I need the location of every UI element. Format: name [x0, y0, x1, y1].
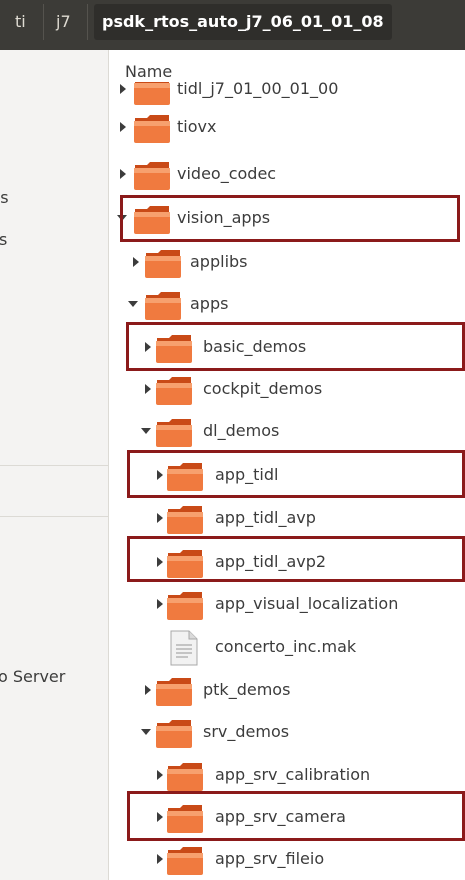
item-name: dl_demos [203, 421, 280, 440]
item-name: tidl_j7_01_00_01_00 [177, 82, 339, 98]
expander-arrow-icon[interactable] [157, 770, 163, 780]
folder-icon [134, 162, 170, 190]
item-name: srv_demos [203, 722, 290, 741]
folder-icon [156, 678, 192, 706]
list-item[interactable]: tidl_j7_01_00_01_00 [109, 82, 465, 110]
breadcrumb-separator [87, 4, 88, 40]
folder-icon [167, 763, 203, 791]
expander-arrow-icon[interactable] [145, 685, 151, 695]
folder-open-icon [145, 292, 181, 320]
column-header-label: Name [125, 62, 173, 81]
folder-icon [134, 82, 170, 105]
places-sidebar: ts s o Server [0, 50, 109, 880]
folder-icon [134, 115, 170, 143]
sidebar-item-fragment[interactable]: ts [0, 188, 9, 207]
expander-arrow-icon[interactable] [141, 729, 151, 735]
sidebar-item-fragment[interactable]: s [0, 230, 7, 249]
highlight-box-vision-apps [120, 195, 460, 242]
list-item[interactable]: srv_demos [109, 713, 465, 753]
expander-arrow-icon[interactable] [145, 384, 151, 394]
expander-arrow-icon[interactable] [133, 257, 139, 267]
item-name: app_visual_localization [215, 594, 399, 613]
item-name: apps [190, 294, 229, 313]
list-item[interactable]: dl_demos [109, 412, 465, 452]
sidebar-divider [0, 465, 108, 466]
highlight-box-app-srv-camera [127, 791, 465, 841]
expander-arrow-icon[interactable] [120, 122, 126, 132]
folder-icon [145, 250, 181, 278]
folder-icon [167, 847, 203, 875]
breadcrumb-ti[interactable]: ti [15, 0, 26, 50]
list-item[interactable]: ptk_demos [109, 671, 465, 711]
breadcrumb-separator [43, 4, 44, 40]
expander-arrow-icon[interactable] [128, 301, 138, 307]
expander-arrow-icon[interactable] [120, 169, 126, 179]
folder-icon [167, 506, 203, 534]
text-file-icon [170, 630, 198, 666]
item-name: ptk_demos [203, 680, 291, 699]
item-name: app_srv_calibration [215, 765, 371, 784]
highlight-box-app-tidl [127, 450, 465, 498]
list-item[interactable]: cockpit_demos [109, 370, 465, 410]
expander-arrow-icon[interactable] [157, 599, 163, 609]
list-item[interactable]: app_srv_calibration [109, 756, 465, 796]
sidebar-divider [0, 516, 108, 517]
item-name: applibs [190, 252, 248, 271]
folder-open-icon [156, 419, 192, 447]
item-name: video_codec [177, 164, 277, 183]
item-name: concerto_inc.mak [215, 637, 357, 656]
list-item[interactable]: tiovx [109, 108, 465, 148]
list-item[interactable]: app_srv_fileio [109, 840, 465, 880]
highlight-box-app-tidl-avp2 [127, 536, 465, 582]
item-name: app_tidl_avp [215, 508, 316, 527]
expander-arrow-icon[interactable] [157, 513, 163, 523]
expander-arrow-icon[interactable] [120, 84, 126, 94]
path-bar: ti j7 psdk_rtos_auto_j7_06_01_01_08 [0, 0, 465, 50]
expander-arrow-icon[interactable] [141, 428, 151, 434]
expander-arrow-icon[interactable] [157, 854, 163, 864]
folder-icon [167, 592, 203, 620]
item-name: app_srv_fileio [215, 849, 325, 868]
folder-open-icon [156, 720, 192, 748]
list-item[interactable]: apps [109, 285, 465, 325]
list-item[interactable]: app_visual_localization [109, 585, 465, 625]
highlight-box-basic-demos [126, 322, 465, 371]
list-item[interactable]: video_codec [109, 155, 465, 195]
folder-icon [156, 377, 192, 405]
item-name: tiovx [177, 117, 217, 136]
breadcrumb-j7[interactable]: j7 [56, 0, 71, 50]
sidebar-item-fragment[interactable]: o Server [0, 667, 65, 686]
breadcrumb-current[interactable]: psdk_rtos_auto_j7_06_01_01_08 [94, 4, 392, 40]
item-name: cockpit_demos [203, 379, 323, 398]
list-item[interactable]: applibs [109, 243, 465, 283]
list-item[interactable]: concerto_inc.mak [109, 628, 465, 668]
list-item[interactable]: app_tidl_avp [109, 499, 465, 539]
